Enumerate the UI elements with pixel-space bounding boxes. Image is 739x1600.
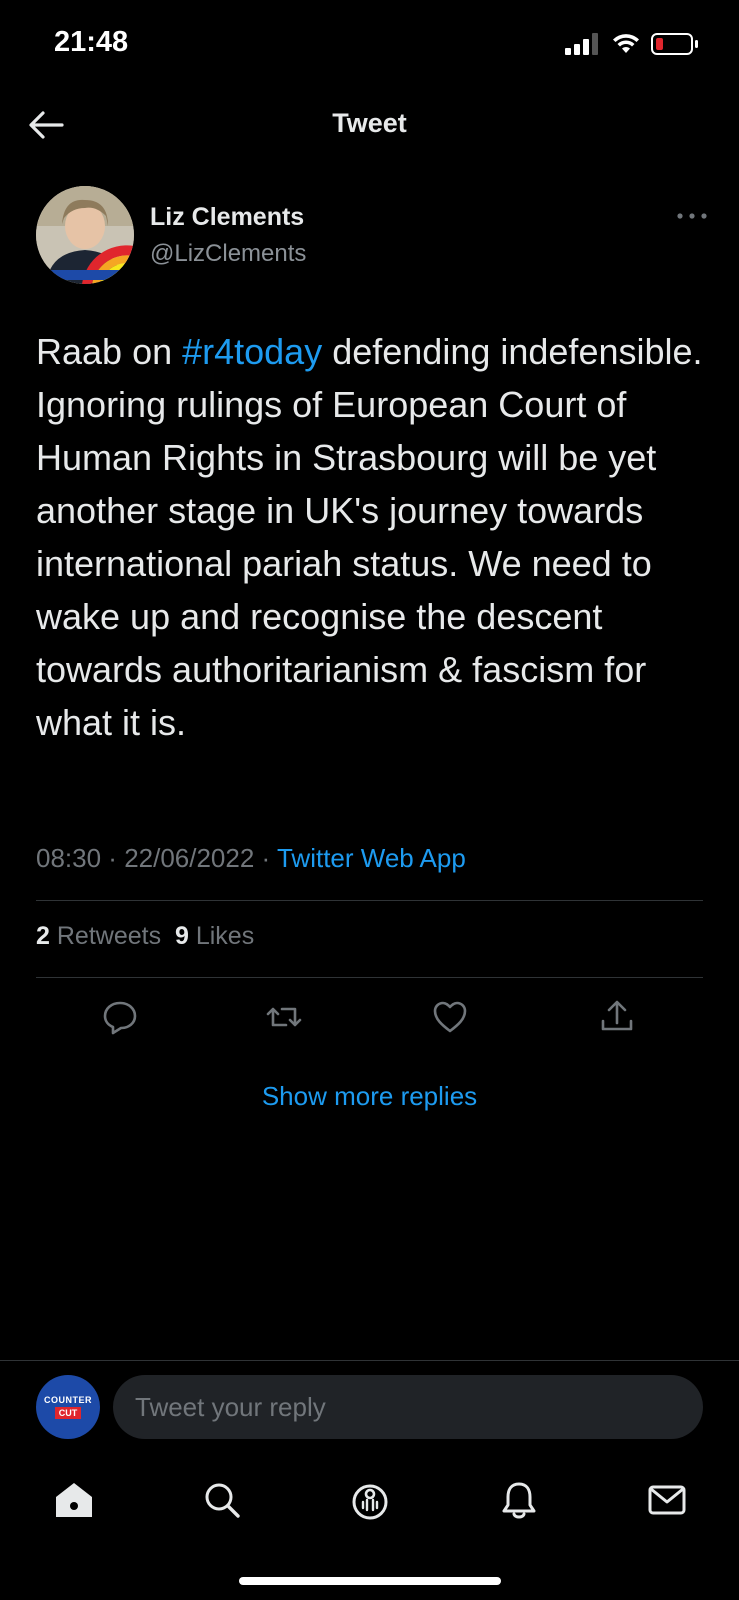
divider — [0, 1360, 739, 1361]
tweet-text-part: Raab on — [36, 331, 183, 372]
more-horizontal-icon[interactable] — [672, 204, 712, 228]
tweet-date: 22/06/2022 — [124, 843, 255, 873]
retweets-count: 2 — [36, 922, 50, 950]
home-indicator — [239, 1577, 501, 1585]
tweet-source-link[interactable]: Twitter Web App — [277, 843, 466, 873]
home-icon[interactable] — [52, 1478, 96, 1522]
author-avatar[interactable] — [36, 186, 134, 284]
tweet-time: 08:30 — [36, 843, 102, 873]
tweet-text: Raab on #r4today defending indefensible.… — [36, 325, 716, 749]
likes-count: 9 — [174, 922, 189, 950]
page-title: Tweet — [332, 108, 407, 138]
likes-label: Likes — [195, 922, 255, 950]
tweet-stats: 2 Retweets 9 Likes — [36, 922, 254, 951]
status-icons — [565, 32, 699, 56]
messages-icon[interactable] — [645, 1478, 689, 1522]
tweet-meta: 08:30 · 22/06/2022 · Twitter Web App — [36, 843, 466, 873]
status-time: 21:48 — [54, 26, 129, 58]
spaces-icon[interactable] — [348, 1478, 392, 1522]
retweets-label: Retweets — [56, 922, 162, 950]
divider — [36, 900, 703, 901]
author-handle[interactable]: @LizClements — [150, 240, 306, 268]
tweet-text-part: defending indefensible. Ignoring rulings… — [36, 331, 703, 743]
divider — [36, 977, 703, 978]
show-more-replies-link[interactable]: Show more replies — [0, 1081, 739, 1112]
hashtag-link[interactable]: #r4today — [182, 331, 322, 372]
likes-stat[interactable]: 9 Likes — [175, 922, 254, 950]
avatar-text-bottom: CUT — [54, 1407, 82, 1419]
search-icon[interactable] — [200, 1478, 244, 1522]
avatar-text-top: COUNTER — [44, 1395, 92, 1405]
avatar-image — [36, 186, 134, 284]
like-icon[interactable] — [428, 995, 472, 1039]
signal-icon — [565, 33, 598, 55]
retweets-stat[interactable]: 2 Retweets — [36, 922, 161, 950]
battery-icon — [651, 33, 698, 55]
retweet-icon[interactable] — [262, 995, 306, 1039]
reply-input[interactable] — [113, 1375, 703, 1439]
current-user-avatar[interactable]: COUNTER CUT — [36, 1375, 100, 1439]
reply-icon[interactable] — [98, 995, 142, 1039]
author-name[interactable]: Liz Clements — [150, 203, 304, 232]
notifications-icon[interactable] — [497, 1478, 541, 1522]
wifi-icon — [613, 34, 639, 53]
share-icon[interactable] — [595, 995, 639, 1039]
